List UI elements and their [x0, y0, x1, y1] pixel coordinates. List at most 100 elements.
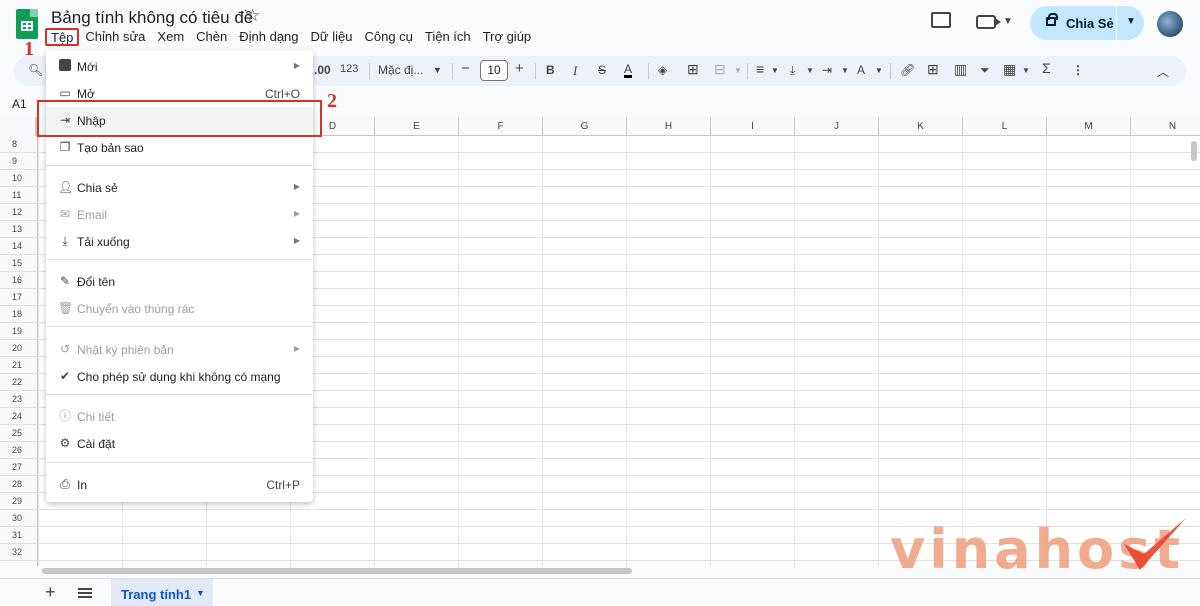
share-dropdown-icon[interactable]: ▼ — [1126, 16, 1136, 27]
row-header[interactable]: 15 — [0, 255, 38, 272]
merge-caret-icon[interactable]: ▼ — [734, 66, 742, 75]
row-header[interactable]: 11 — [0, 187, 38, 204]
valign-caret-icon[interactable]: ▼ — [806, 66, 814, 75]
row-header[interactable]: 10 — [0, 170, 38, 187]
row-header[interactable]: 21 — [0, 357, 38, 374]
row-header[interactable]: 17 — [0, 289, 38, 306]
italic-icon[interactable]: I — [573, 63, 577, 79]
column-header[interactable]: I — [710, 117, 794, 136]
row-header[interactable]: 27 — [0, 459, 38, 476]
column-header[interactable]: M — [1046, 117, 1130, 136]
menu-item-settings[interactable]: ⚙ Cài đặt — [46, 430, 313, 456]
insert-comment-icon[interactable]: ⊞ — [927, 61, 939, 78]
search-menus-icon[interactable]: 🔍︎ — [28, 63, 43, 77]
menu-item-new[interactable]: Mới ▶ — [46, 53, 313, 79]
menu-item-move-to-trash[interactable]: 🗑︎ Chuyển vào thùng rác — [46, 295, 313, 321]
sheet-tab[interactable]: Trang tính1 ▼ — [111, 579, 213, 606]
insert-chart-icon[interactable]: ▥ — [954, 61, 967, 78]
row-header[interactable]: 20 — [0, 340, 38, 357]
star-icon[interactable]: ☆ — [245, 6, 260, 26]
row-header[interactable]: 25 — [0, 425, 38, 442]
share-button[interactable]: Chia Sẻ ▼ — [1030, 6, 1144, 40]
user-avatar[interactable] — [1157, 11, 1183, 37]
menu-view[interactable]: Xem — [151, 28, 190, 46]
text-wrap-icon[interactable]: ⇥ — [822, 63, 832, 77]
filter-views-caret-icon[interactable]: ▼ — [1022, 66, 1030, 75]
decrease-font-size-icon[interactable]: − — [461, 60, 470, 77]
strikethrough-icon[interactable]: S — [598, 63, 606, 77]
name-box[interactable]: A1 — [12, 97, 27, 111]
menu-item-make-available-offline[interactable]: ✔ Cho phép sử dụng khi không có mạng — [46, 363, 313, 389]
row-header[interactable]: 28 — [0, 476, 38, 493]
row-header[interactable]: 30 — [0, 510, 38, 527]
filter-views-icon[interactable]: ▦ — [1003, 61, 1016, 78]
menu-item-rename[interactable]: ✎ Đổi tên — [46, 268, 313, 294]
horizontal-align-icon[interactable]: ≡ — [756, 61, 764, 77]
row-header[interactable]: 13 — [0, 221, 38, 238]
select-all-corner[interactable] — [0, 117, 38, 136]
filter-icon[interactable]: ⏷ — [980, 63, 990, 78]
bold-icon[interactable]: B — [546, 63, 555, 77]
column-header[interactable]: K — [878, 117, 962, 136]
fill-color-icon[interactable]: ◈ — [658, 63, 667, 77]
document-title[interactable]: Bảng tính không có tiêu đề — [51, 8, 253, 28]
comments-icon[interactable] — [931, 12, 951, 28]
row-header[interactable]: 31 — [0, 527, 38, 544]
menu-insert[interactable]: Chèn — [190, 28, 233, 46]
row-header[interactable]: 29 — [0, 493, 38, 510]
row-header[interactable]: 16 — [0, 272, 38, 289]
menu-item-share[interactable]: 👤︎ Chia sẻ ▶ — [46, 174, 313, 200]
menu-item-version-history[interactable]: ↺ Nhật ký phiên bản ▶ — [46, 336, 313, 362]
row-header[interactable]: 8 — [0, 136, 38, 153]
row-header[interactable]: 9 — [0, 153, 38, 170]
meet-video-icon[interactable] — [976, 15, 1001, 29]
menu-item-print[interactable]: ⎙ In Ctrl+P — [46, 471, 313, 497]
rotation-caret-icon[interactable]: ▼ — [875, 66, 883, 75]
more-options-icon[interactable]: ⋮ — [1072, 63, 1084, 77]
column-header[interactable]: L — [962, 117, 1046, 136]
text-rotation-icon[interactable]: A — [857, 63, 865, 77]
column-header[interactable]: F — [458, 117, 542, 136]
menu-format[interactable]: Định dạng — [233, 28, 304, 46]
merge-cells-icon[interactable]: ⊟ — [714, 61, 726, 78]
insert-link-icon[interactable]: 🔗︎ — [900, 63, 915, 77]
row-header[interactable]: 22 — [0, 374, 38, 391]
collapse-toolbar-icon[interactable]: ︿ — [1157, 63, 1169, 80]
row-header[interactable]: 19 — [0, 323, 38, 340]
menu-file[interactable]: Tệp — [45, 28, 80, 46]
text-color-icon[interactable]: A — [624, 63, 633, 78]
column-header[interactable]: H — [626, 117, 710, 136]
menu-item-make-copy[interactable]: ❐ Tạo bản sao — [46, 134, 313, 160]
row-header[interactable]: 12 — [0, 204, 38, 221]
row-header[interactable]: 18 — [0, 306, 38, 323]
row-header[interactable]: 24 — [0, 408, 38, 425]
column-header[interactable]: J — [794, 117, 878, 136]
menu-data[interactable]: Dữ liệu — [305, 28, 359, 46]
font-family-caret-icon[interactable]: ▼ — [433, 65, 442, 75]
halign-caret-icon[interactable]: ▼ — [771, 66, 779, 75]
column-header[interactable]: N — [1130, 117, 1200, 136]
vertical-scrollbar[interactable] — [1191, 141, 1197, 161]
add-sheet-icon[interactable]: + — [45, 582, 56, 603]
borders-icon[interactable]: ⊞ — [687, 61, 699, 78]
row-header[interactable]: 26 — [0, 442, 38, 459]
wrap-caret-icon[interactable]: ▼ — [841, 66, 849, 75]
menu-edit[interactable]: Chỉnh sửa — [79, 28, 151, 46]
font-size-input[interactable]: 10 — [480, 60, 508, 81]
sheet-tab-caret-icon[interactable]: ▼ — [196, 588, 205, 598]
sheets-logo-icon[interactable] — [16, 9, 38, 39]
all-sheets-icon[interactable] — [78, 588, 92, 598]
decimal-more-button[interactable]: .00 — [314, 63, 331, 77]
font-family-select[interactable]: Mặc đị... — [378, 63, 423, 77]
horizontal-scrollbar[interactable] — [42, 568, 632, 574]
row-header[interactable]: 14 — [0, 238, 38, 255]
menu-item-email[interactable]: ✉ Email ▶ — [46, 201, 313, 227]
menu-item-details[interactable]: ⓘ Chi tiết — [46, 403, 313, 429]
number-format-button[interactable]: 123 — [340, 63, 358, 75]
functions-icon[interactable]: Σ — [1042, 60, 1051, 76]
column-header[interactable]: G — [542, 117, 626, 136]
vertical-align-icon[interactable]: ⤓ — [790, 63, 795, 78]
increase-font-size-icon[interactable]: + — [515, 60, 524, 77]
column-header[interactable]: E — [374, 117, 458, 136]
menu-help[interactable]: Trợ giúp — [477, 28, 538, 46]
